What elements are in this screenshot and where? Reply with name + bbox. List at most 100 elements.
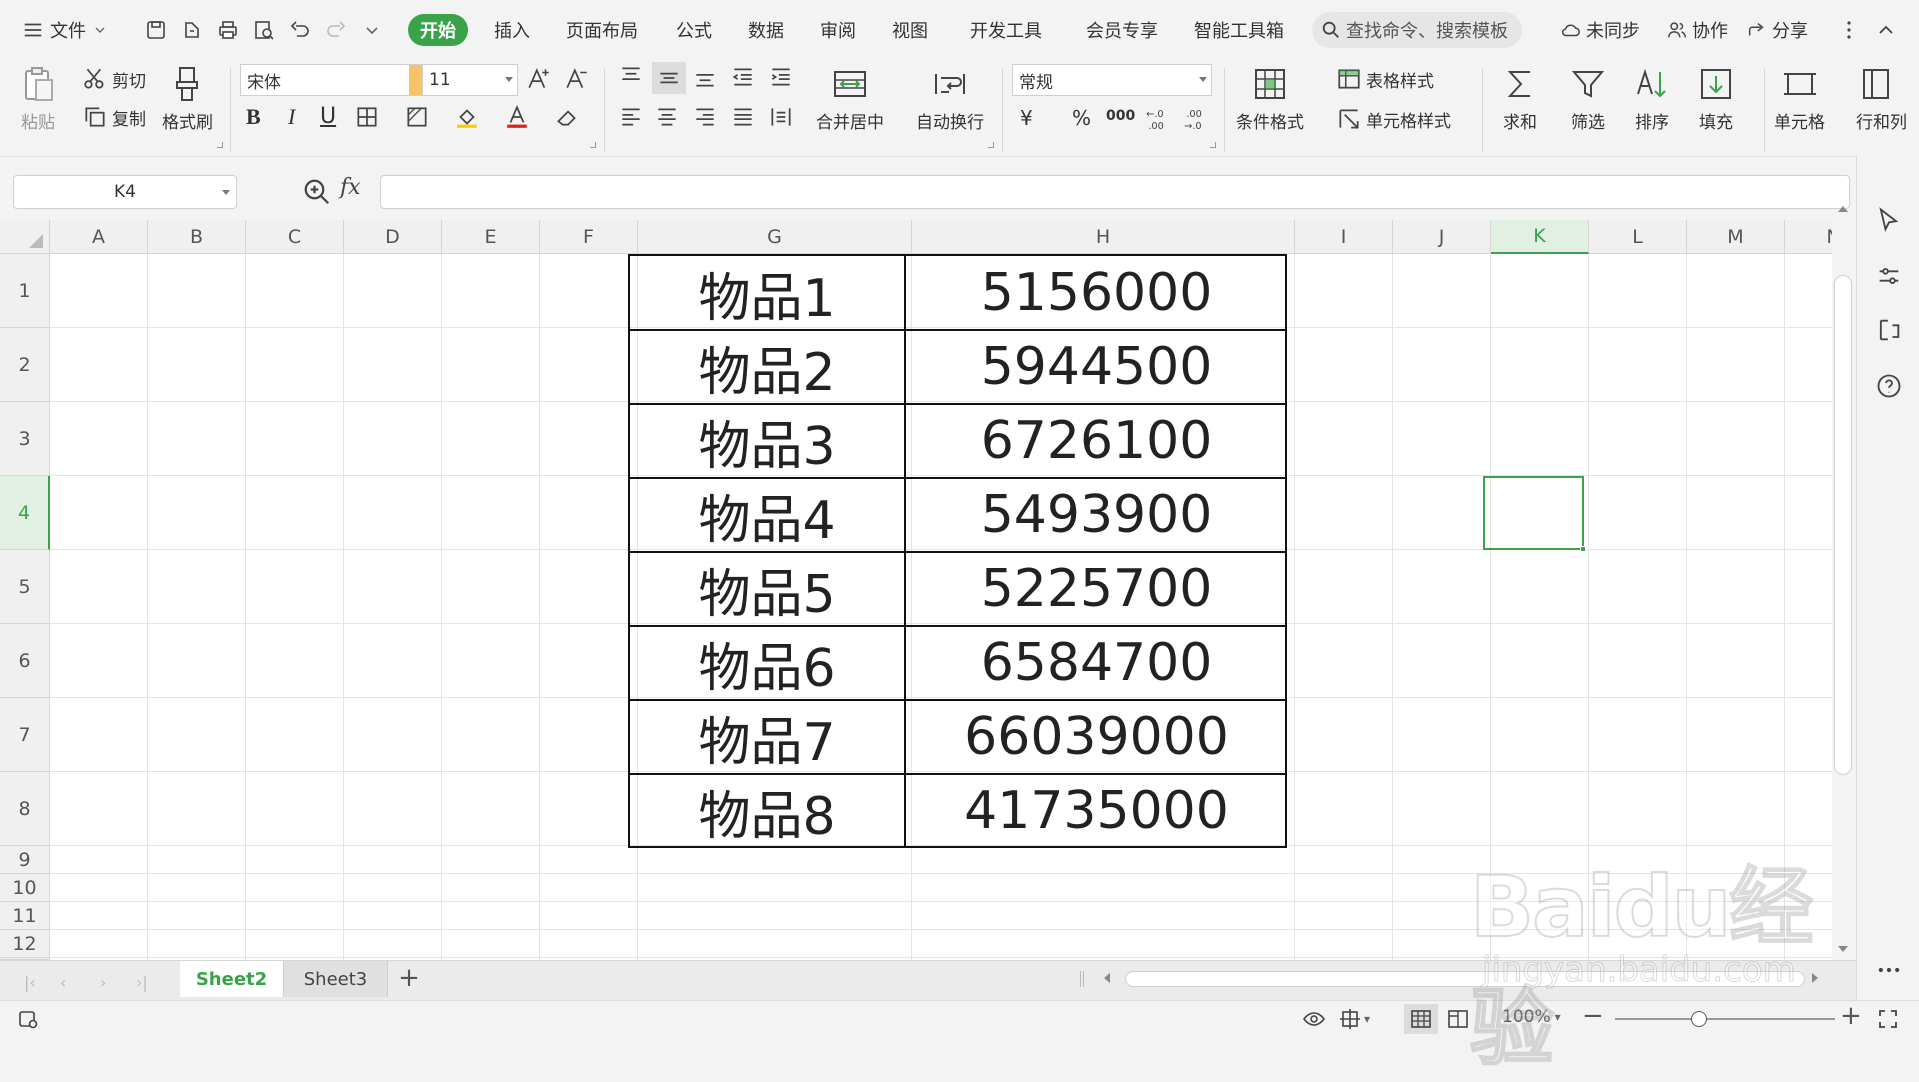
border-button[interactable] bbox=[354, 104, 380, 130]
more-options-icon[interactable] bbox=[1833, 14, 1865, 46]
font-dialog-launcher[interactable] bbox=[590, 142, 596, 148]
sync-status[interactable]: 未同步 bbox=[1560, 14, 1640, 46]
file-menu[interactable]: 文件 bbox=[22, 14, 108, 46]
fill-button[interactable]: 填充 bbox=[1696, 64, 1736, 133]
clear-format-button[interactable] bbox=[554, 104, 580, 130]
format-painter-button[interactable]: 格式刷 bbox=[162, 64, 213, 133]
eye-protection-button[interactable] bbox=[1302, 1007, 1326, 1031]
tab-review[interactable]: 审阅 bbox=[820, 14, 856, 46]
table-item-cell[interactable]: 物品4 bbox=[630, 478, 904, 552]
normal-view-button[interactable] bbox=[1404, 1004, 1438, 1034]
cursor-select-icon[interactable] bbox=[1875, 206, 1903, 234]
decrease-indent-button[interactable] bbox=[730, 64, 756, 90]
column-header-i[interactable]: I bbox=[1295, 220, 1393, 254]
clipboard-dialog-launcher[interactable] bbox=[217, 142, 223, 148]
underline-button[interactable]: U bbox=[320, 104, 336, 129]
more-horizontal-icon[interactable] bbox=[1875, 956, 1903, 984]
first-sheet-icon[interactable]: |‹ bbox=[24, 973, 36, 992]
sheet-tab-sheet3[interactable]: Sheet3 bbox=[284, 961, 388, 997]
alignment-dialog-launcher[interactable] bbox=[988, 142, 994, 148]
help-icon[interactable] bbox=[1875, 372, 1903, 400]
last-sheet-icon[interactable]: ›| bbox=[136, 973, 148, 992]
decrease-font-button[interactable] bbox=[564, 66, 590, 92]
thousands-separator-button[interactable]: 000 bbox=[1106, 108, 1135, 124]
insert-function-button[interactable]: fx bbox=[340, 175, 361, 200]
row-header-8[interactable]: 8 bbox=[0, 772, 50, 846]
column-header-g[interactable]: G bbox=[638, 220, 912, 254]
scroll-up-arrow-icon[interactable] bbox=[1838, 206, 1848, 212]
font-size-select[interactable]: 11 bbox=[422, 64, 518, 96]
column-header-d[interactable]: D bbox=[344, 220, 442, 254]
column-header-e[interactable]: E bbox=[442, 220, 540, 254]
vertical-scroll-thumb[interactable] bbox=[1834, 275, 1852, 775]
number-dialog-launcher[interactable] bbox=[1210, 142, 1216, 148]
table-item-cell[interactable]: 物品6 bbox=[630, 626, 904, 700]
fill-color-button[interactable] bbox=[454, 104, 480, 130]
table-value-cell[interactable]: 5156000 bbox=[906, 256, 1287, 330]
bold-button[interactable]: B bbox=[246, 104, 261, 130]
table-value-cell[interactable]: 5944500 bbox=[906, 330, 1287, 404]
table-item-cell[interactable]: 物品1 bbox=[630, 256, 904, 330]
conditional-format-button[interactable]: 条件格式 bbox=[1236, 64, 1304, 133]
table-value-cell[interactable]: 5493900 bbox=[906, 478, 1287, 552]
prev-sheet-icon[interactable]: ‹ bbox=[60, 973, 66, 992]
column-header-n[interactable]: N bbox=[1785, 220, 1832, 254]
justify-button[interactable] bbox=[730, 104, 756, 130]
align-bottom-button[interactable] bbox=[692, 64, 718, 90]
align-left-button[interactable] bbox=[618, 104, 644, 130]
tab-view[interactable]: 视图 bbox=[892, 14, 928, 46]
macro-record-button[interactable] bbox=[16, 1007, 40, 1031]
font-color-button[interactable] bbox=[504, 104, 530, 130]
cell-shading-button[interactable] bbox=[404, 104, 430, 130]
column-header-f[interactable]: F bbox=[540, 220, 638, 254]
formula-input[interactable] bbox=[380, 175, 1850, 209]
paste-button[interactable]: 粘贴 bbox=[18, 64, 58, 133]
table-item-cell[interactable]: 物品5 bbox=[630, 552, 904, 626]
row-header-12[interactable]: 12 bbox=[0, 930, 50, 958]
decrease-decimal-button[interactable]: .00 →.0 bbox=[1182, 106, 1208, 132]
column-header-l[interactable]: L bbox=[1589, 220, 1687, 254]
tab-insert[interactable]: 插入 bbox=[494, 14, 530, 46]
column-header-j[interactable]: J bbox=[1393, 220, 1491, 254]
column-header-k[interactable]: K bbox=[1491, 220, 1589, 254]
redo-icon[interactable] bbox=[320, 14, 352, 46]
distributed-align-button[interactable] bbox=[768, 104, 794, 130]
export-icon[interactable] bbox=[176, 14, 208, 46]
print-preview-icon[interactable] bbox=[248, 14, 280, 46]
row-col-button[interactable]: 行和列 bbox=[1856, 64, 1919, 133]
increase-indent-button[interactable] bbox=[768, 64, 794, 90]
sum-button[interactable]: 求和 bbox=[1500, 64, 1540, 133]
settings-sliders-icon[interactable] bbox=[1875, 262, 1903, 290]
save-icon[interactable] bbox=[140, 14, 172, 46]
share-button[interactable]: 分享 bbox=[1746, 14, 1808, 46]
cell-button[interactable]: 单元格 bbox=[1774, 64, 1825, 133]
italic-button[interactable]: I bbox=[288, 104, 295, 130]
undo-icon[interactable] bbox=[284, 14, 316, 46]
font-name-dropdown[interactable] bbox=[409, 65, 423, 95]
customize-quick-access-icon[interactable] bbox=[356, 14, 388, 46]
table-item-cell[interactable]: 物品7 bbox=[630, 700, 904, 774]
table-value-cell[interactable]: 6726100 bbox=[906, 404, 1287, 478]
filter-button[interactable]: 筛选 bbox=[1568, 64, 1608, 133]
command-search[interactable]: 查找命令、搜索模板 bbox=[1312, 12, 1522, 48]
tab-smart-toolbox[interactable]: 智能工具箱 bbox=[1194, 14, 1284, 46]
page-break-view-button[interactable] bbox=[1446, 1007, 1470, 1031]
tab-page-layout[interactable]: 页面布局 bbox=[566, 14, 638, 46]
row-header-10[interactable]: 10 bbox=[0, 874, 50, 902]
table-style-button[interactable]: 表格样式 bbox=[1336, 66, 1434, 92]
increase-decimal-button[interactable]: ←.0.00 bbox=[1144, 106, 1170, 132]
column-header-h[interactable]: H bbox=[912, 220, 1295, 254]
tab-data[interactable]: 数据 bbox=[748, 14, 784, 46]
column-header-a[interactable]: A bbox=[50, 220, 148, 254]
align-right-button[interactable] bbox=[692, 104, 718, 130]
row-header-4[interactable]: 4 bbox=[0, 476, 50, 550]
table-value-cell[interactable]: 41735000 bbox=[906, 774, 1287, 848]
tab-developer[interactable]: 开发工具 bbox=[970, 14, 1042, 46]
fullscreen-button[interactable] bbox=[1876, 1007, 1900, 1031]
row-header-11[interactable]: 11 bbox=[0, 902, 50, 930]
row-header-2[interactable]: 2 bbox=[0, 328, 50, 402]
table-item-cell[interactable]: 物品3 bbox=[630, 404, 904, 478]
table-item-cell[interactable]: 物品8 bbox=[630, 774, 904, 848]
collapse-ribbon-icon[interactable] bbox=[1870, 14, 1902, 46]
percent-button[interactable]: % bbox=[1072, 106, 1091, 130]
